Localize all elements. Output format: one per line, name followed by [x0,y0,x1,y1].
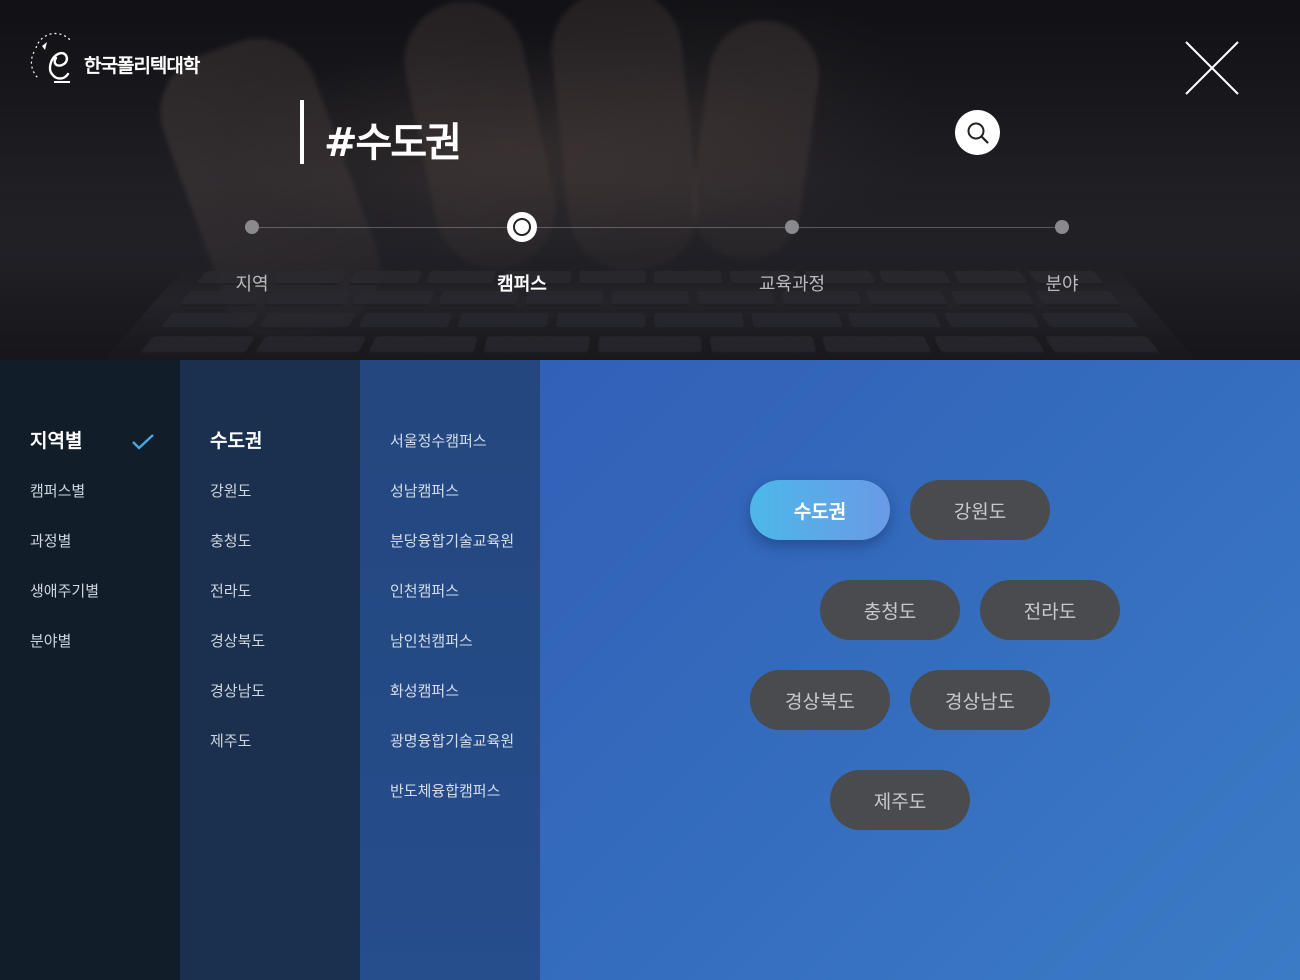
campus-item[interactable]: 서울정수캠퍼스 [390,426,514,476]
close-icon [1185,41,1239,95]
region-pill-gyeongnam[interactable]: 경상남도 [910,670,1050,730]
step-label-course[interactable]: 교육과정 [722,270,862,296]
region-pill-jeju[interactable]: 제주도 [830,770,970,830]
region-item-jeolla[interactable]: 전라도 [210,576,265,626]
region-pill-capital[interactable]: 수도권 [750,480,890,540]
check-icon [132,433,154,450]
region-item-gyeongbuk[interactable]: 경상북도 [210,626,265,676]
campus-panel: 서울정수캠퍼스 성남캠퍼스 분당융합기술교육원 인천캠퍼스 남인천캠퍼스 화성캠… [360,360,540,980]
region-pill-panel: 수도권 강원도 충청도 전라도 경상북도 경상남도 제주도 [540,360,1300,980]
category-item-course[interactable]: 과정별 [30,526,155,576]
campus-item[interactable]: 분당융합기술교육원 [390,526,514,576]
search-query[interactable]: #수도권 [324,110,462,168]
campus-item[interactable]: 성남캠퍼스 [390,476,514,526]
category-item-field[interactable]: 분야별 [30,626,155,676]
region-pill-jeolla[interactable]: 전라도 [980,580,1120,640]
step-label-campus[interactable]: 캠퍼스 [452,270,592,296]
logo[interactable]: 한국폴리텍대학 [30,30,200,84]
region-item-gangwon[interactable]: 강원도 [210,476,265,526]
search-cursor-bar [300,100,304,164]
step-progress-line [252,227,1062,228]
region-item-jeju[interactable]: 제주도 [210,726,265,776]
step-dot-field[interactable] [1055,220,1069,234]
category-item-campus[interactable]: 캠퍼스별 [30,476,155,526]
logo-text: 한국폴리텍대학 [84,54,200,77]
region-pill-gangwon[interactable]: 강원도 [910,480,1050,540]
category-panel: 지역별 캠퍼스별 과정별 생애주기별 분야별 [0,360,180,980]
region-pill-chungcheong[interactable]: 충청도 [820,580,960,640]
region-menu: 수도권 강원도 충청도 전라도 경상북도 경상남도 제주도 [210,426,265,776]
category-menu: 지역별 캠퍼스별 과정별 생애주기별 분야별 [30,426,155,676]
campus-item[interactable]: 화성캠퍼스 [390,676,514,726]
region-item-gyeongnam[interactable]: 경상남도 [210,676,265,726]
region-item-capital[interactable]: 수도권 [210,426,265,476]
campus-item[interactable]: 광명융합기술교육원 [390,726,514,776]
campus-item[interactable]: 남인천캠퍼스 [390,626,514,676]
hero-banner: 한국폴리텍대학 #수도권 지역 캠퍼스 교육과정 분야 [0,0,1300,360]
step-dot-region[interactable] [245,220,259,234]
campus-item[interactable]: 반도체융합캠퍼스 [390,776,514,826]
region-panel: 수도권 강원도 충청도 전라도 경상북도 경상남도 제주도 [180,360,360,980]
search-icon [967,122,989,144]
close-button[interactable] [1184,40,1240,96]
campus-item[interactable]: 인천캠퍼스 [390,576,514,626]
step-dot-course[interactable] [785,220,799,234]
category-item-lifecycle[interactable]: 생애주기별 [30,576,155,626]
campus-list: 서울정수캠퍼스 성남캠퍼스 분당융합기술교육원 인천캠퍼스 남인천캠퍼스 화성캠… [390,426,514,826]
category-item-region[interactable]: 지역별 [30,426,155,476]
category-item-label: 지역별 [30,430,83,452]
step-label-region[interactable]: 지역 [182,270,322,296]
step-label-field[interactable]: 분야 [992,270,1132,296]
region-item-chungcheong[interactable]: 충청도 [210,526,265,576]
search-button[interactable] [955,110,1000,155]
step-dot-campus[interactable] [507,212,537,242]
region-pill-gyeongbuk[interactable]: 경상북도 [750,670,890,730]
logo-emblem-icon [30,32,71,83]
